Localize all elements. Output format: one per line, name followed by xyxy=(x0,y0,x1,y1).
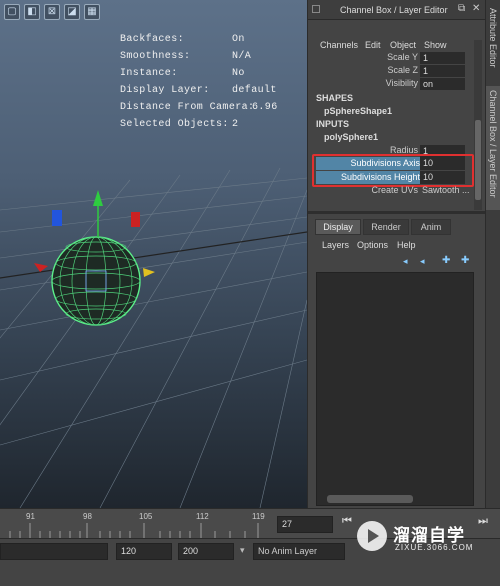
watermark-subtitle: ZIXUE.3066.COM xyxy=(395,543,474,552)
close-icon[interactable]: ✕ xyxy=(472,3,480,14)
channel-box-panel: Channel Box / Layer Editor ⧉ ✕ Channels … xyxy=(307,0,486,508)
chevron-down-icon[interactable]: ▾ xyxy=(240,545,245,556)
go-to-end-icon[interactable]: ⏭ xyxy=(478,515,488,528)
inputs-header: INPUTS xyxy=(316,119,350,129)
tick-label-112: 112 xyxy=(196,512,209,521)
menu-edit[interactable]: Edit xyxy=(365,40,381,50)
input-node-name[interactable]: polySphere1 xyxy=(324,132,378,142)
range-slider-track[interactable] xyxy=(0,543,108,560)
attr-scale-z-label: Scale Z xyxy=(387,65,418,75)
layer-menu-help[interactable]: Help xyxy=(397,240,416,250)
sphere-wireframe[interactable] xyxy=(51,236,141,326)
attr-create-uvs-value[interactable]: Sawtooth ... xyxy=(422,185,474,197)
panel-header: Channel Box / Layer Editor ⧉ ✕ xyxy=(308,0,486,20)
tick-label-105: 105 xyxy=(139,512,153,521)
tab-render[interactable]: Render xyxy=(363,219,409,235)
tab-attribute-editor[interactable]: Attribute Editor xyxy=(486,4,500,84)
attr-scale-y-label: Scale Y xyxy=(387,52,418,62)
attr-visibility-label: Visibility xyxy=(385,78,418,88)
shapes-header: SHAPES xyxy=(316,93,354,103)
tab-anim[interactable]: Anim xyxy=(411,219,451,235)
shape-node-name[interactable]: pSphereShape1 xyxy=(324,106,392,116)
watermark-logo-icon xyxy=(357,521,387,551)
float-panel-icon[interactable]: ⧉ xyxy=(458,3,465,14)
layer-list-hscroll-thumb[interactable] xyxy=(327,495,413,503)
tick-label-91: 91 xyxy=(26,512,35,521)
menu-channels[interactable]: Channels xyxy=(320,40,358,50)
attr-create-uvs-label-wrap: Create UVs xyxy=(316,185,418,197)
new-layer-selected-icon[interactable]: ✚ xyxy=(461,255,472,266)
menu-object[interactable]: Object xyxy=(390,40,416,50)
menu-show[interactable]: Show xyxy=(424,40,447,50)
attr-scale-y-field[interactable]: 1 xyxy=(420,52,470,64)
attr-scale-z-field[interactable]: 1 xyxy=(420,65,470,77)
go-to-start-icon[interactable]: ⏮ xyxy=(342,515,352,528)
attr-visibility-field[interactable]: on xyxy=(420,78,470,90)
tab-display[interactable]: Display xyxy=(315,219,361,235)
animation-end-field[interactable]: 200 xyxy=(178,543,234,560)
attr-scale-z-label-wrap: Scale Z xyxy=(316,65,418,77)
attr-create-uvs-label: Create UVs xyxy=(371,185,418,195)
panel-title: Channel Box / Layer Editor xyxy=(340,5,448,15)
attr-visibility-label-wrap: Visibility xyxy=(316,78,418,90)
grid-axis-line xyxy=(0,231,307,279)
channel-box-scrollbar[interactable] xyxy=(474,40,482,210)
channel-box-scroll-thumb[interactable] xyxy=(475,120,481,200)
ground-grid xyxy=(0,167,307,508)
layer-menu-layers[interactable]: Layers xyxy=(322,240,349,250)
attr-scale-y-label-wrap: Scale Y xyxy=(316,52,418,64)
tick-label-98: 98 xyxy=(83,512,92,521)
viewport-panel[interactable]: ▢ ◧ ⊠ ◪ ▦ Backfaces: On Smoothness: N/A … xyxy=(0,0,307,508)
attr-scale-y-value[interactable]: 1 xyxy=(420,52,465,64)
tab-channel-box[interactable]: Channel Box / Layer Editor xyxy=(486,86,500,210)
attr-visibility-value[interactable]: on xyxy=(420,78,465,90)
panel-splitter[interactable] xyxy=(308,211,486,214)
attr-scale-z-value[interactable]: 1 xyxy=(420,65,465,77)
layer-list[interactable] xyxy=(316,272,474,506)
move-layer-up-icon[interactable]: ◂ xyxy=(403,256,414,267)
highlight-annotation-box xyxy=(312,154,474,187)
anim-layer-dropdown[interactable]: No Anim Layer xyxy=(253,543,345,560)
current-frame-field[interactable]: 27 xyxy=(277,516,333,533)
timeline-ticks xyxy=(9,523,259,539)
panel-dock-icon[interactable] xyxy=(312,5,320,13)
side-tab-strip: Attribute Editor Channel Box / Layer Edi… xyxy=(485,0,500,508)
scene-canvas[interactable] xyxy=(0,0,307,508)
layer-menu-options[interactable]: Options xyxy=(357,240,388,250)
new-layer-icon[interactable]: ✚ xyxy=(442,255,453,266)
move-layer-down-icon[interactable]: ◂ xyxy=(420,256,431,267)
watermark: 溜溜自学 ZIXUE.3066.COM xyxy=(357,517,475,565)
tick-label-119: 119 xyxy=(252,512,265,521)
playback-end-field[interactable]: 120 xyxy=(116,543,172,560)
